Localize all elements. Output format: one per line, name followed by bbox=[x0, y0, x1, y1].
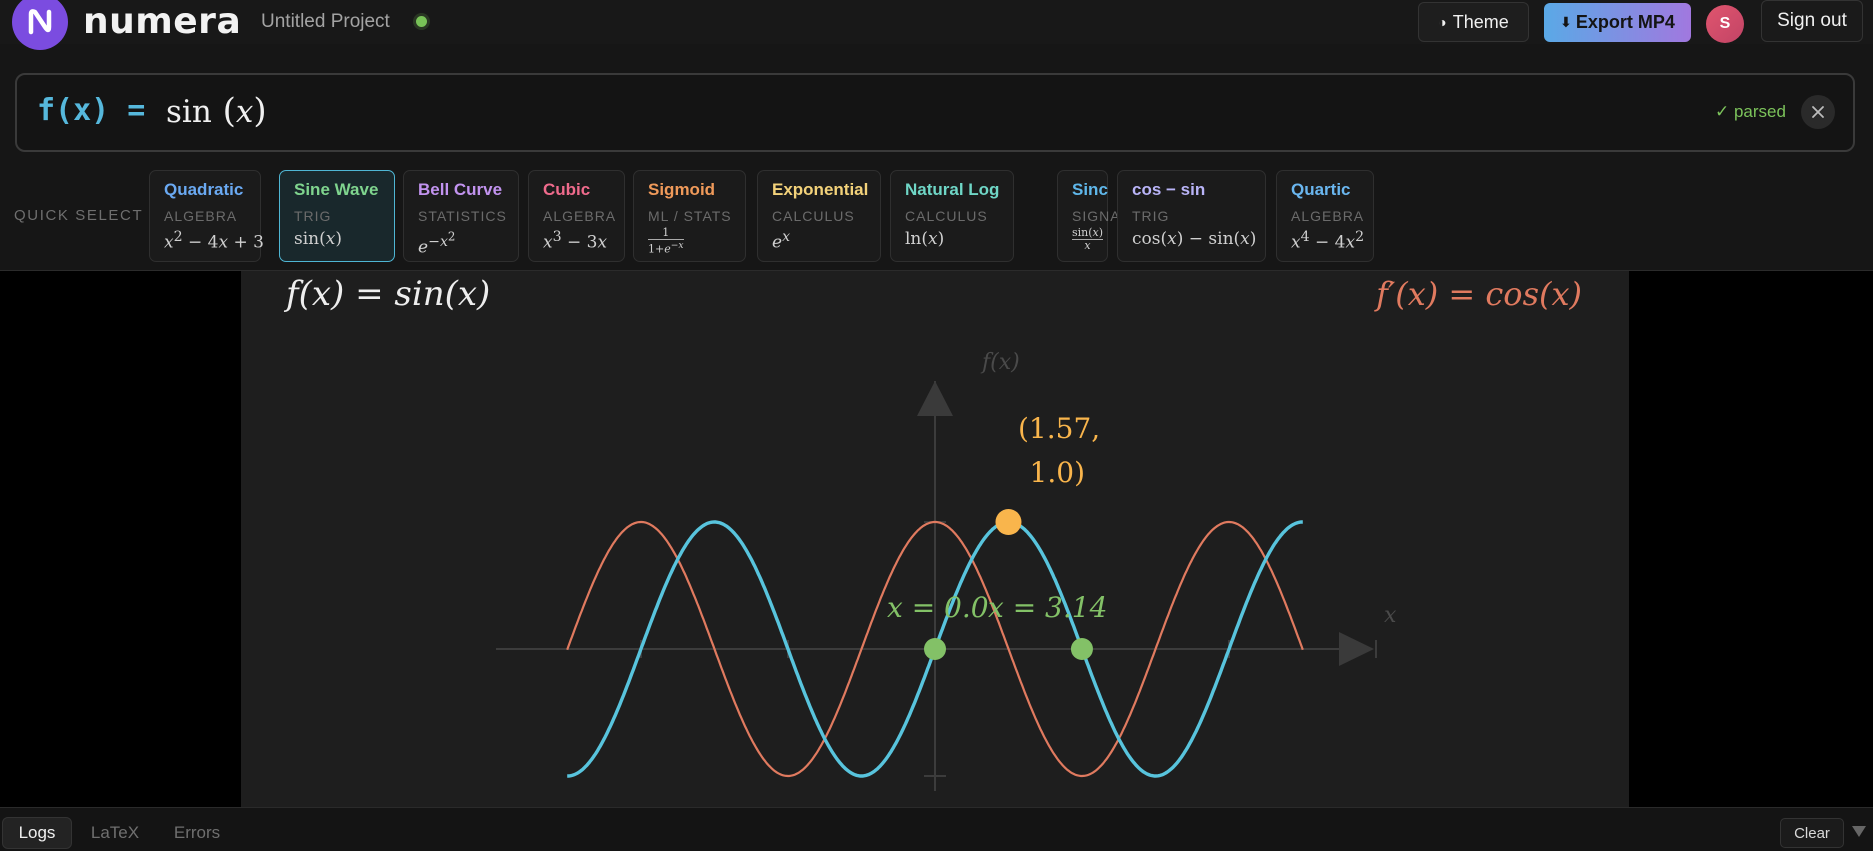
theme-button[interactable]: ◑ Theme bbox=[1418, 2, 1529, 42]
quick-select-expression: x2 − 4x + 3 bbox=[164, 229, 264, 253]
quick-select-name: Quartic bbox=[1291, 180, 1351, 199]
quick-select-category: ML / STATS bbox=[648, 208, 732, 224]
quick-select-category: STATISTICS bbox=[418, 208, 507, 224]
y-axis-arrow bbox=[917, 381, 953, 416]
quick-select-expression: cos(x) − sin(x) bbox=[1132, 229, 1257, 249]
close-icon bbox=[1812, 106, 1824, 118]
quick-select-name: Cubic bbox=[543, 180, 591, 199]
quick-select-expression: ln(x) bbox=[905, 229, 945, 249]
quick-select-name: Sinc bbox=[1072, 180, 1108, 199]
app-root: numera Untitled Project ◑ Theme ⬇ Export… bbox=[0, 0, 1873, 851]
quick-select-name: Natural Log bbox=[905, 180, 1000, 199]
parse-status: ✓ parsed bbox=[1715, 102, 1786, 121]
formula-function-name: sin bbox=[166, 94, 212, 130]
download-icon: ⬇ bbox=[1560, 14, 1572, 30]
quick-select-expression: x3 − 3x bbox=[543, 229, 608, 253]
avatar[interactable]: S bbox=[1706, 5, 1744, 43]
formula-expression[interactable]: sin (x) bbox=[166, 91, 267, 131]
quick-select-card[interactable]: Sine Wave TRIG sin(x) bbox=[279, 170, 395, 262]
extremum-label: 1.0) bbox=[1030, 456, 1085, 489]
clear-logs-button[interactable]: Clear bbox=[1780, 818, 1844, 848]
quick-select-category: TRIG bbox=[1132, 208, 1170, 224]
plot-svg: f(x) = sin(x) f′(x) = cos(x) f(x) x (1.5… bbox=[283, 274, 1582, 791]
quick-select-category: ALGEBRA bbox=[1291, 208, 1365, 224]
clear-formula-button[interactable] bbox=[1801, 95, 1835, 129]
project-title[interactable]: Untitled Project bbox=[261, 11, 390, 33]
root-point bbox=[924, 638, 946, 660]
quick-select-name: Sigmoid bbox=[648, 180, 716, 199]
formula-argument: x bbox=[235, 94, 254, 130]
export-label: Export MP4 bbox=[1575, 12, 1675, 32]
theme-label: Theme bbox=[1452, 11, 1509, 32]
function-title: f(x) = sin(x) bbox=[283, 274, 490, 314]
quick-select-name: Quadratic bbox=[164, 180, 244, 199]
quick-select-category: ALGEBRA bbox=[543, 208, 617, 224]
quick-select-name: Exponential bbox=[772, 180, 869, 199]
quick-select-category: CALCULUS bbox=[772, 208, 855, 224]
derivative-title: f′(x) = cos(x) bbox=[1374, 275, 1582, 313]
quick-select-card[interactable]: Quadratic ALGEBRA x2 − 4x + 3 bbox=[149, 170, 264, 262]
root-label: x = 3.14 bbox=[988, 591, 1107, 624]
quick-select-card[interactable]: cos − sin TRIG cos(x) − sin(x) bbox=[1117, 170, 1266, 262]
quick-select-expression: x4 − 4x2 bbox=[1291, 229, 1365, 253]
root-point bbox=[1070, 638, 1093, 660]
root-label: x = 0.0 bbox=[887, 591, 989, 624]
export-mp4-button[interactable]: ⬇ Export MP4 bbox=[1544, 3, 1691, 42]
logo-icon[interactable] bbox=[12, 0, 68, 50]
quick-select-card[interactable]: Sigmoid ML / STATS 1 1+e−x bbox=[633, 170, 746, 262]
quick-select-category: ALGEBRA bbox=[164, 208, 238, 224]
collapse-icon[interactable] bbox=[1852, 826, 1866, 837]
quick-select-card[interactable]: Natural Log CALCULUS ln(x) bbox=[890, 170, 1014, 262]
status-indicator bbox=[416, 16, 427, 27]
plot-canvas: f(x) = sin(x) f′(x) = cos(x) f(x) x (1.5… bbox=[241, 271, 1629, 807]
quick-select-category: CALCULUS bbox=[905, 208, 988, 224]
quick-select-expression: sin(x) x bbox=[1072, 226, 1104, 252]
quick-select-expression: ex bbox=[772, 229, 791, 253]
quick-select-card[interactable]: Exponential CALCULUS ex bbox=[757, 170, 881, 262]
x-axis-arrow bbox=[1339, 632, 1374, 666]
quick-select-card[interactable]: Bell Curve STATISTICS e−x2 bbox=[403, 170, 519, 262]
quick-select-name: cos − sin bbox=[1132, 180, 1206, 199]
quick-select-card[interactable]: Cubic ALGEBRA x3 − 3x bbox=[528, 170, 625, 262]
quick-select-card[interactable]: Sinc SIGNAL sin(x) x bbox=[1057, 170, 1128, 262]
top-bar: numera Untitled Project ◑ Theme ⬇ Export… bbox=[0, 0, 1873, 50]
tab-logs[interactable]: Logs bbox=[2, 817, 72, 849]
theme-icon: ◑ bbox=[1438, 14, 1447, 30]
quick-select-name: Sine Wave bbox=[294, 180, 379, 199]
quick-select-expression: 1 1+e−x bbox=[648, 226, 684, 256]
tab-errors[interactable]: Errors bbox=[160, 817, 234, 849]
quick-select-label: QUICK SELECT bbox=[14, 207, 144, 224]
sign-out-button[interactable]: Sign out bbox=[1761, 0, 1863, 42]
tab-latex[interactable]: LaTeX bbox=[80, 817, 150, 849]
quick-select-name: Bell Curve bbox=[418, 180, 503, 199]
quick-select-expression: e−x2 bbox=[418, 229, 456, 258]
extremum-label: (1.57, bbox=[1018, 412, 1100, 445]
log-panel: Logs LaTeX Errors Clear bbox=[0, 807, 1873, 851]
x-axis-label: x bbox=[1384, 603, 1397, 628]
quick-select-category: TRIG bbox=[294, 208, 332, 224]
quick-select-expression: sin(x) bbox=[294, 229, 342, 249]
formula-prefix: f(x) = bbox=[37, 93, 146, 128]
quick-select-card[interactable]: Quartic ALGEBRA x4 − 4x2 bbox=[1276, 170, 1374, 262]
formula-input[interactable]: f(x) = sin (x) ✓ parsed bbox=[15, 73, 1855, 152]
y-axis-label: f(x) bbox=[980, 350, 1020, 375]
brand-name: numera bbox=[83, 1, 242, 42]
extremum-point bbox=[995, 509, 1022, 535]
